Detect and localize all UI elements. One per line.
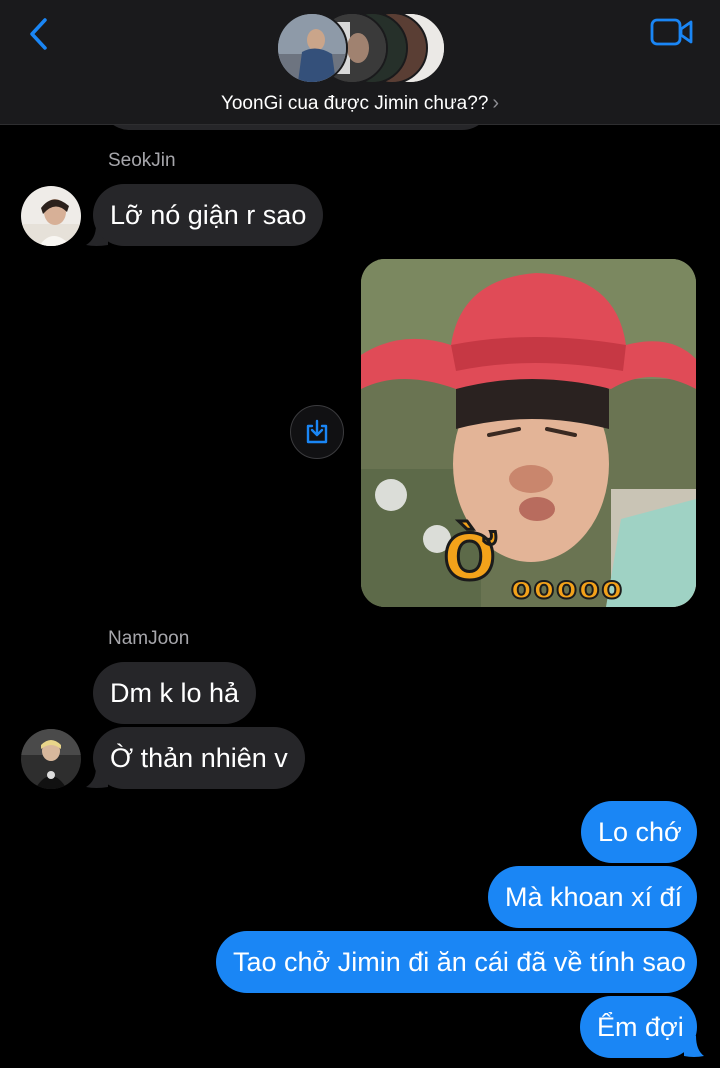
sender-name: SeokJin <box>108 150 176 171</box>
chevron-left-icon <box>30 18 47 50</box>
message-text: Tao chở Jimin đi ăn cái đã về tính sao <box>233 946 686 977</box>
video-call-button[interactable] <box>648 14 696 50</box>
outgoing-message-bubble[interactable]: Mà khoan xí đí <box>488 866 697 928</box>
message-text: Ờ thản nhiên v <box>110 742 288 773</box>
sender-name: NamJoon <box>108 628 190 649</box>
outgoing-message-bubble[interactable]: Tao chở Jimin đi ăn cái đã về tính sao <box>216 931 697 993</box>
group-name: YoonGi cua được Jimin chưa?? <box>220 93 489 114</box>
outgoing-message-bubble[interactable]: Ểm đợi <box>580 996 697 1058</box>
message-bubble[interactable]: Ờ thản nhiên v <box>93 727 305 789</box>
image-message[interactable]: Ờ ooooo <box>361 259 696 607</box>
outgoing-message-bubble[interactable]: Lo chớ <box>581 801 697 863</box>
message-text: Dm k lo hả <box>110 677 240 708</box>
bubble-tail <box>684 1036 704 1057</box>
back-button[interactable] <box>18 14 58 54</box>
message-bubble[interactable]: Dm k lo hả <box>93 662 257 724</box>
download-icon <box>306 419 328 444</box>
message-text: Lo chớ <box>598 816 682 847</box>
chevron-right-icon: › <box>492 92 500 114</box>
avatar <box>276 12 348 84</box>
message-bubble[interactable]: Lỡ nó giận r sao <box>93 184 324 246</box>
message-text: Ểm đợi <box>597 1011 684 1042</box>
video-camera-icon <box>650 18 693 46</box>
meme-image <box>361 259 696 607</box>
group-title[interactable]: YoonGi cua được Jimin chưa?? › <box>0 92 720 115</box>
avatar[interactable] <box>21 729 81 789</box>
group-avatar-stack[interactable] <box>276 12 446 84</box>
message-text: Mà khoan xí đí <box>505 881 683 912</box>
download-button[interactable] <box>290 405 344 459</box>
avatar[interactable] <box>21 186 81 246</box>
image-caption: Ờ <box>441 520 499 596</box>
chat-header: YoonGi cua được Jimin chưa?? › <box>0 0 720 125</box>
message-text: Lỡ nó giận r sao <box>110 199 307 230</box>
image-caption-dots: ooooo <box>510 570 625 607</box>
